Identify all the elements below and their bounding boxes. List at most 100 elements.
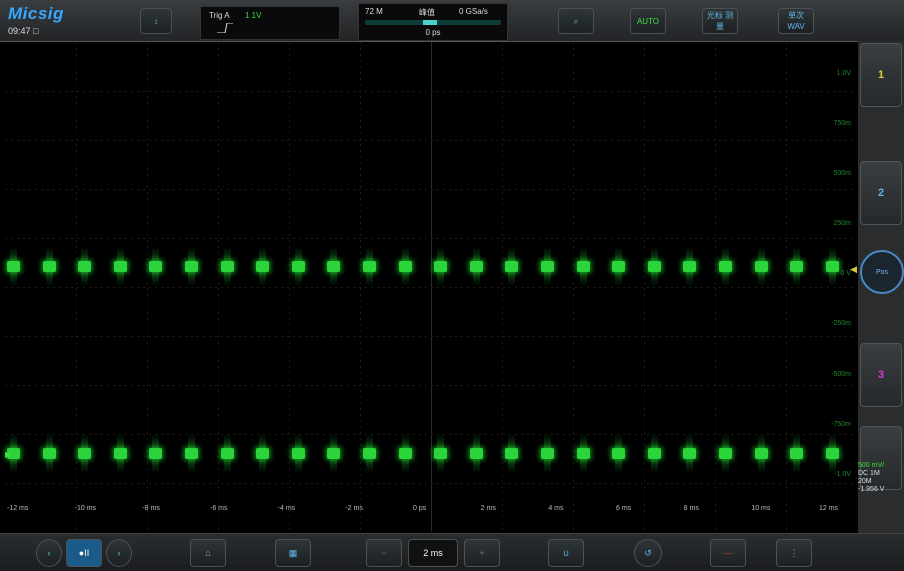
timebase-label: 2 ms	[423, 548, 443, 558]
y-axis-label: -250m	[831, 320, 851, 328]
x-axis-label: -10 ms	[74, 505, 97, 512]
acquire-mode: 峰值	[419, 8, 435, 17]
waveform-pulse	[363, 434, 376, 473]
timebase-value[interactable]: 2 ms	[408, 539, 458, 567]
waveform-pulse	[683, 247, 697, 286]
y-axis-label: -750m	[831, 420, 851, 428]
position-knob[interactable]: Pos	[860, 250, 904, 294]
zoom-button[interactable]: ⌕	[558, 8, 594, 34]
channel-1-button[interactable]: 1	[860, 43, 902, 107]
waveform-pulse	[434, 434, 448, 473]
screenshot-icon: □	[33, 26, 39, 36]
menu-button[interactable]: ↕	[140, 8, 172, 34]
home-icon[interactable]: ⌂	[190, 539, 226, 567]
settings-icon[interactable]: ⋮	[776, 539, 812, 567]
waveform-pulse	[398, 247, 412, 286]
channel-1-label: 1	[877, 69, 885, 81]
menu-icon: ↕	[154, 16, 158, 26]
clear-icon[interactable]: —	[710, 539, 746, 567]
waveform-pulse	[505, 434, 519, 473]
ch-bandwidth: 20M	[858, 478, 872, 485]
waveform-pulse	[327, 434, 341, 473]
undo-icon[interactable]: ↺	[634, 539, 662, 567]
trigger-source: 1 1V	[245, 11, 262, 20]
x-axis-label: 6 ms	[616, 505, 632, 512]
grid-line	[5, 287, 857, 288]
x-axis-label: -4 ms	[277, 505, 296, 512]
channel-info[interactable]: 500 mV/ DC 1M 20M -1.956 V	[858, 462, 904, 493]
waveform-pulse	[434, 247, 448, 286]
rising-edge-icon	[217, 23, 233, 33]
waveform-pulse	[185, 247, 198, 286]
waveform-pulse	[78, 247, 92, 286]
memory-position-indicator	[423, 20, 438, 25]
trigger-panel[interactable]: Trig A 1 1V	[200, 6, 340, 40]
channel-2-button[interactable]: 2	[860, 161, 902, 225]
waveform-pulse	[647, 247, 661, 286]
auto-button[interactable]: AUTO	[630, 8, 666, 34]
sample-rate: 0 GSa/s	[459, 7, 488, 16]
memory-position-bar[interactable]	[365, 20, 501, 25]
trigger-label: Trig A	[209, 11, 230, 20]
waveform-pulse	[78, 434, 92, 473]
waveform-pulse	[185, 434, 198, 473]
x-axis-label: 10 ms	[751, 505, 771, 512]
y-axis-label: 500m	[833, 170, 851, 178]
timebase-increase-button[interactable]: +	[464, 539, 500, 567]
waveform-pulse	[505, 247, 519, 286]
channel-3-button[interactable]: 3	[860, 343, 902, 407]
waveform-pulse	[220, 247, 234, 286]
clock: 09:47 □	[8, 26, 38, 36]
waveform-pulse	[256, 434, 270, 473]
prev-icon[interactable]: ‹	[36, 539, 62, 567]
grid-line	[5, 91, 857, 92]
grid-line	[5, 140, 857, 141]
cursor-measure-button[interactable]: 光标 测量	[702, 8, 738, 34]
timebase-panel[interactable]: 72 M 峰值 0 GSa/s 0 ps	[358, 3, 508, 41]
y-axis-label: -1.0V	[834, 470, 851, 478]
waveform-pulse	[541, 247, 554, 286]
channel-1-marker[interactable]: ▶	[5, 450, 13, 459]
waveform-pulse	[363, 247, 376, 286]
waveform-pulse	[790, 247, 804, 286]
channel-2-label: 2	[877, 187, 885, 199]
save-icon[interactable]: ▦	[275, 539, 311, 567]
waveform-pulse	[113, 247, 127, 286]
run-stop-label: ●II	[78, 548, 90, 558]
run-stop-button[interactable]: ●II	[66, 539, 102, 567]
waveform-pulse	[113, 434, 127, 473]
y-axis-label: -500m	[831, 370, 851, 378]
x-axis-label: -2 ms	[345, 505, 363, 512]
ch-offset: -1.956 V	[858, 486, 885, 493]
bottom-bar: ‹ ●II › ⌂ ▦ − 2 ms + ∪ ↺ — ⋮	[0, 533, 904, 571]
single-wave-button[interactable]: 单次 WAV	[778, 8, 814, 34]
waveform-display[interactable]: 1.0V 750m 500m 250m 0 V -250m -500m -750m -1.0V -…	[5, 42, 857, 532]
grid-line	[5, 385, 857, 386]
grid-line	[5, 189, 857, 190]
waveform-pulse	[719, 434, 732, 473]
waveform-pulse	[576, 247, 590, 286]
timebase-decrease-button[interactable]: −	[366, 539, 402, 567]
waveform-pulse	[790, 434, 804, 473]
waveform-pulse	[612, 247, 626, 286]
x-axis-label: 8 ms	[683, 505, 699, 512]
waveform-pulse	[754, 434, 768, 473]
waveform-pulse	[291, 247, 305, 286]
grid-line	[5, 483, 857, 484]
y-axis-label: 750m	[833, 120, 851, 128]
waveform-pulse	[291, 434, 305, 473]
next-icon[interactable]: ›	[106, 539, 132, 567]
waveform-pulse	[683, 434, 697, 473]
trigger-delay: 0 ps	[425, 28, 441, 37]
waveform-pulse	[719, 247, 732, 286]
x-axis-label: -12 ms	[7, 505, 29, 512]
trigger-level-marker[interactable]: ◀	[850, 264, 857, 275]
math-icon[interactable]: ∪	[548, 539, 584, 567]
x-axis-label: 0 ps	[413, 505, 427, 512]
waveform-pulse	[256, 247, 270, 286]
waveform-pulse	[612, 434, 626, 473]
waveform-pulse	[220, 434, 234, 473]
x-axis-label: -8 ms	[142, 505, 160, 512]
waveform-pulse	[42, 247, 56, 286]
x-axis-label: 4 ms	[548, 505, 564, 512]
